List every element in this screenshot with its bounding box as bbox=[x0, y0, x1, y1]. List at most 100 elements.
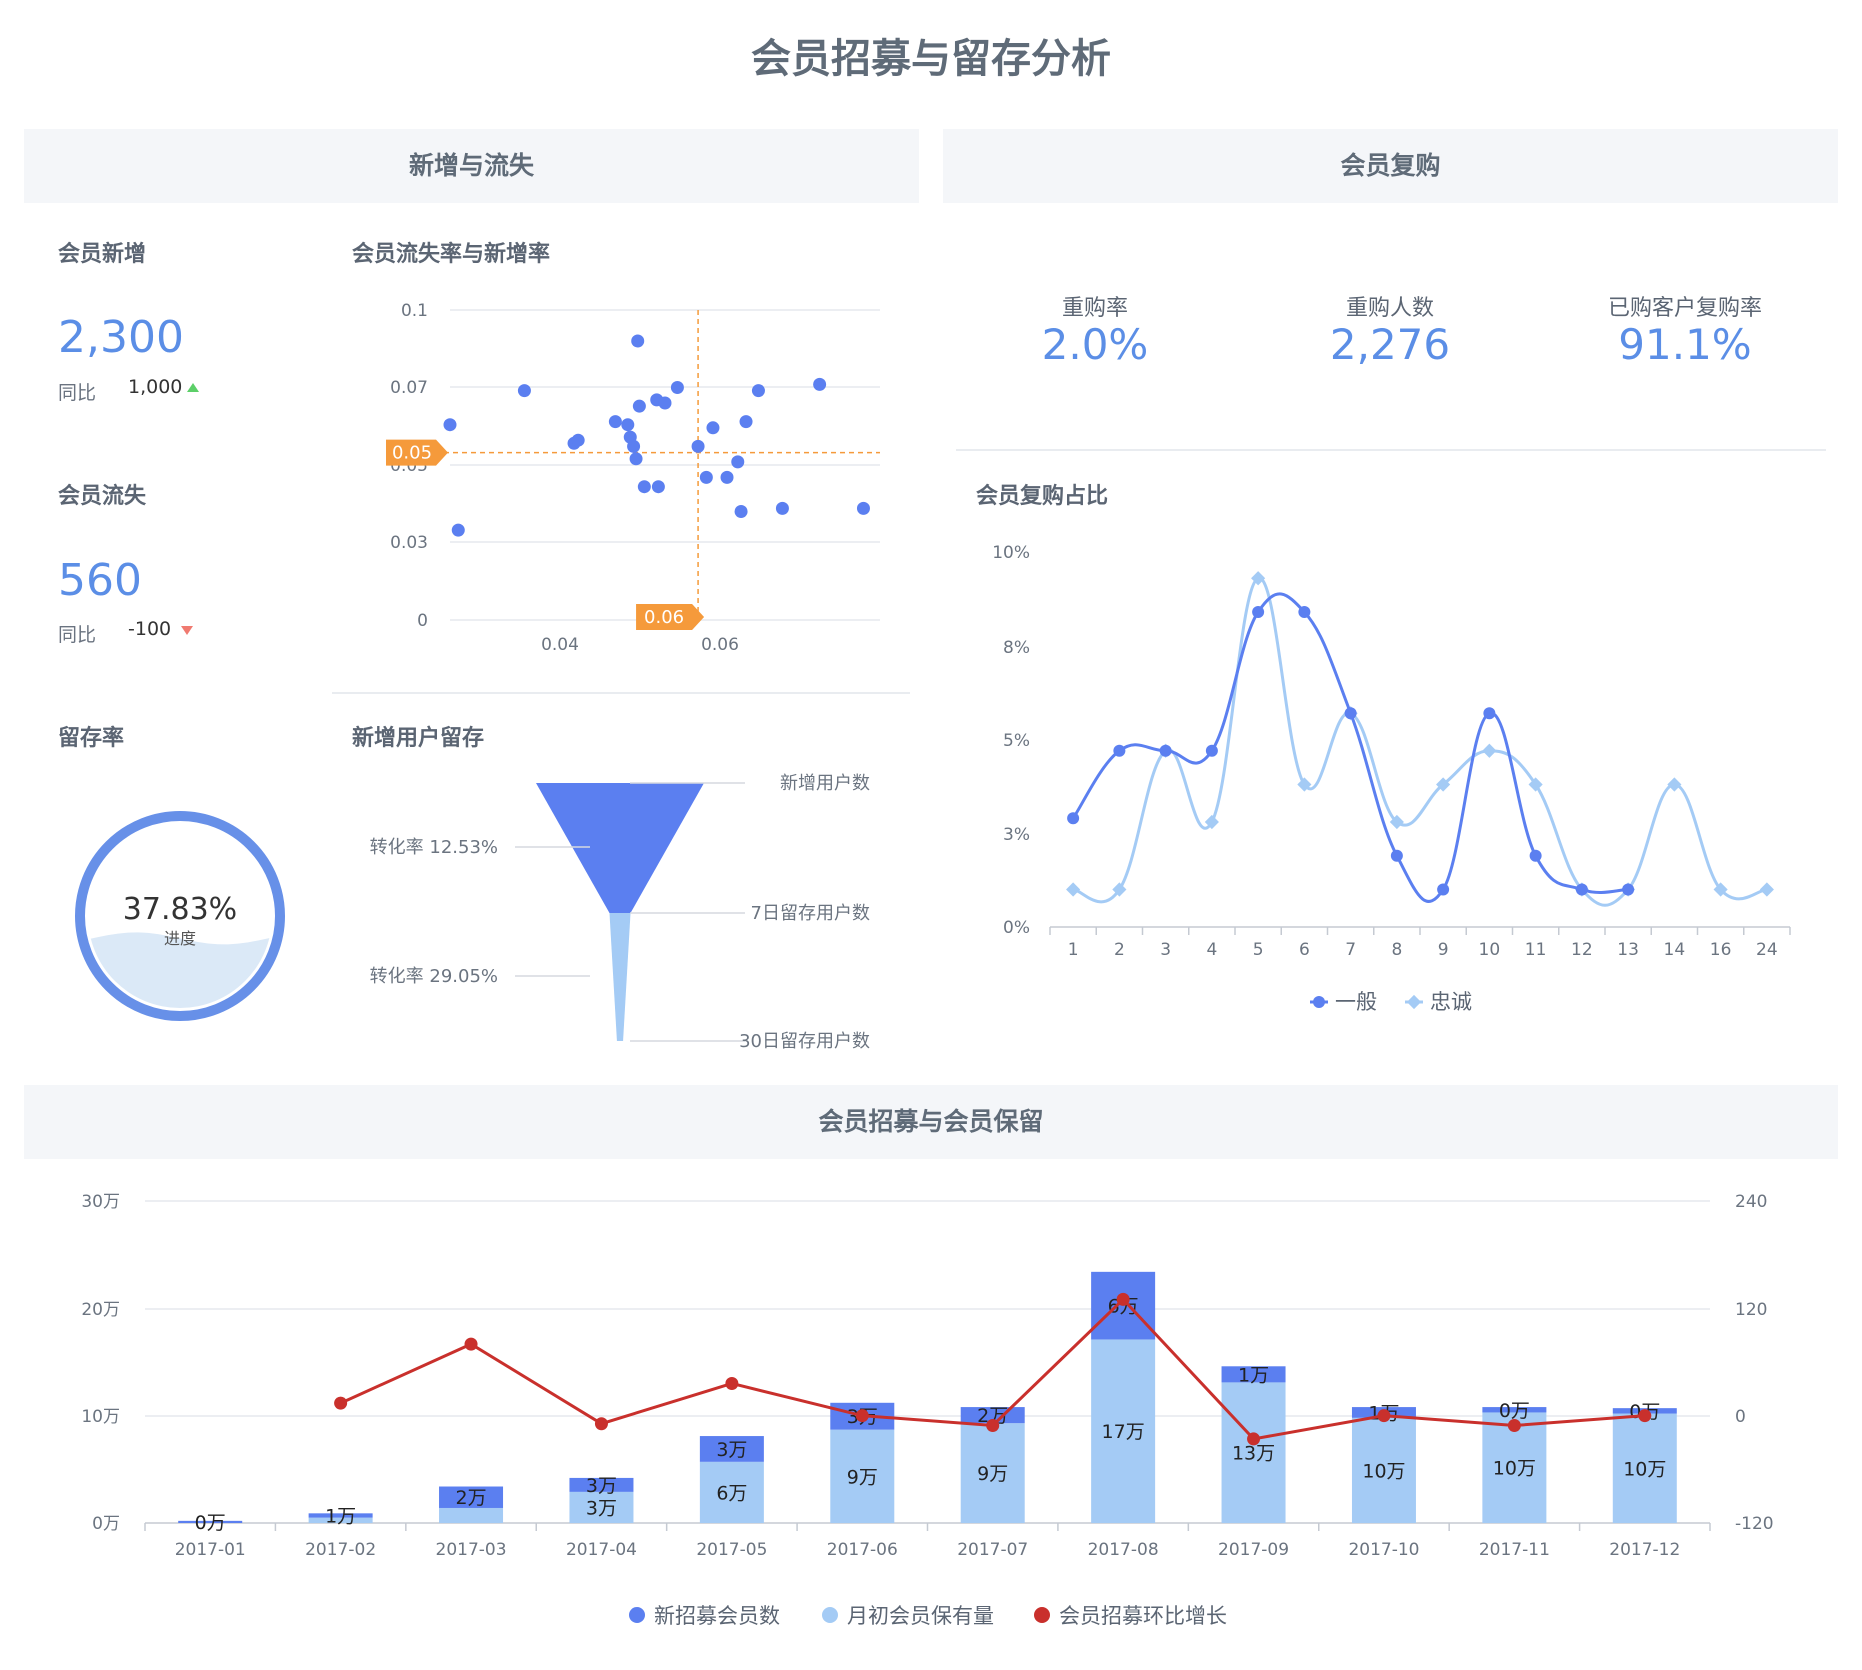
scatter-point bbox=[517, 384, 531, 398]
y-tick-label: 0 bbox=[417, 611, 428, 631]
y-tick-label: 0万 bbox=[92, 1514, 120, 1534]
bar-base bbox=[439, 1507, 504, 1523]
new-members-title: 会员新增 bbox=[58, 242, 147, 267]
reference-label-x: 0.06 bbox=[644, 607, 684, 628]
scatter-point bbox=[443, 418, 457, 432]
scatter-point bbox=[731, 455, 745, 469]
y-tick-label: 5% bbox=[1003, 731, 1030, 751]
x-tick-label: 2017-06 bbox=[827, 1540, 898, 1560]
bar-label-recruit: 3万 bbox=[716, 1439, 747, 1461]
series-line-忠诚 bbox=[1072, 576, 1768, 907]
scatter-chart: 00.030.050.070.10.04 0.060.060.05 bbox=[386, 301, 880, 655]
scatter-point bbox=[775, 501, 789, 515]
y2-tick-label: -120 bbox=[1735, 1514, 1774, 1534]
trend-up-icon bbox=[187, 383, 199, 392]
growth-point bbox=[464, 1337, 478, 1351]
bar-label-recruit: 2万 bbox=[455, 1487, 486, 1509]
series-point-一般 bbox=[1298, 606, 1311, 618]
x-tick-label: 1 bbox=[1068, 940, 1079, 960]
divider bbox=[332, 692, 910, 694]
funnel-rate-label: 转化率 29.05% bbox=[370, 966, 498, 987]
x-tick-label: 2017-12 bbox=[1609, 1540, 1680, 1560]
bar-label-base: 10万 bbox=[1623, 1458, 1666, 1480]
legend-label: 一般 bbox=[1335, 990, 1377, 1014]
repurchase-rate-value: 2.0% bbox=[1041, 320, 1149, 369]
scatter-point bbox=[699, 470, 713, 484]
bar-label-base: 10万 bbox=[1493, 1458, 1536, 1480]
repurchase-rate-label: 重购率 bbox=[1061, 296, 1128, 321]
repurchase-share-title: 会员复购占比 bbox=[976, 484, 1109, 509]
y-tick-label: 8% bbox=[1003, 638, 1030, 658]
bar-label-recruit: 1万 bbox=[1238, 1364, 1269, 1386]
x-tick-label: 16 bbox=[1710, 940, 1732, 960]
lost-members-yoy-label: 同比 bbox=[58, 624, 97, 646]
growth-point bbox=[986, 1419, 1000, 1433]
series-point-一般 bbox=[1067, 812, 1080, 825]
x-tick-label: 9 bbox=[1438, 940, 1449, 960]
scatter-point bbox=[856, 501, 870, 515]
y-tick-label: 10万 bbox=[81, 1407, 120, 1427]
x-tick-label: 11 bbox=[1525, 940, 1547, 960]
funnel-stage-label: 新增用户数 bbox=[780, 773, 870, 794]
series-point-一般 bbox=[1252, 606, 1265, 618]
scatter-point bbox=[813, 377, 827, 391]
growth-point bbox=[725, 1376, 739, 1390]
bar-label-base: 17万 bbox=[1102, 1421, 1145, 1443]
page-title: 会员招募与留存分析 bbox=[751, 36, 1111, 82]
x-tick-label: 5 bbox=[1253, 940, 1264, 960]
series-point-一般 bbox=[1205, 744, 1218, 757]
y-tick-label: 0.03 bbox=[390, 533, 428, 553]
bar-label-base: 13万 bbox=[1232, 1443, 1275, 1465]
growth-point bbox=[1377, 1409, 1391, 1423]
legend-marker bbox=[822, 1607, 838, 1623]
y-tick-label: 20万 bbox=[81, 1300, 120, 1320]
x-tick-label: 2017-01 bbox=[175, 1540, 246, 1560]
section-header-new-lost: 新增与流失 bbox=[24, 129, 919, 203]
x-tick-label: 12 bbox=[1571, 940, 1593, 960]
bar-label-recruit: 0万 bbox=[195, 1512, 226, 1534]
scatter-point bbox=[739, 415, 753, 429]
x-tick-label: 2017-11 bbox=[1479, 1540, 1550, 1560]
growth-point bbox=[855, 1409, 869, 1423]
series-point-忠诚 bbox=[1759, 882, 1774, 897]
x-tick-label: 13 bbox=[1617, 940, 1639, 960]
scatter-point bbox=[691, 439, 705, 453]
y-tick-label: 0.07 bbox=[390, 378, 428, 398]
legend-marker bbox=[1406, 994, 1422, 1010]
divider bbox=[956, 449, 1826, 451]
y2-tick-label: 0 bbox=[1735, 1407, 1746, 1427]
retention-title: 留存率 bbox=[58, 726, 125, 751]
reference-label-y: 0.05 bbox=[392, 443, 432, 464]
repurchase-count-label: 重购人数 bbox=[1345, 296, 1434, 321]
scatter-point bbox=[608, 415, 622, 429]
lost-members-title: 会员流失 bbox=[58, 484, 147, 509]
funnel-stage-label: 30日留存用户数 bbox=[739, 1031, 870, 1052]
x-tick-label: 2017-10 bbox=[1348, 1540, 1419, 1560]
x-tick-label: 24 bbox=[1756, 940, 1778, 960]
x-tick-label: 2017-08 bbox=[1088, 1540, 1159, 1560]
funnel-chart: 新增用户数 7日留存用户数 30日留存用户数 转化率 12.53% 转化率 29.05% bbox=[370, 773, 870, 1052]
funnel-stage-7day bbox=[609, 913, 631, 1041]
funnel-title: 新增用户留存 bbox=[352, 726, 485, 751]
x-tick-label: 3 bbox=[1160, 940, 1171, 960]
y2-tick-label: 240 bbox=[1735, 1192, 1767, 1212]
series-point-忠诚 bbox=[1066, 882, 1081, 897]
bar-label-base: 9万 bbox=[977, 1463, 1008, 1485]
x-tick-label: 6 bbox=[1299, 940, 1310, 960]
series-point-忠诚 bbox=[1482, 743, 1497, 758]
scatter-point bbox=[629, 452, 643, 466]
x-tick-label: 8 bbox=[1391, 940, 1402, 960]
scatter-point bbox=[658, 396, 672, 410]
repurchase-count-value: 2,276 bbox=[1329, 320, 1451, 369]
section-header-recruit-retain: 会员招募与会员保留 bbox=[24, 1085, 1838, 1159]
scatter-point bbox=[632, 399, 646, 413]
x-tick-label: 2017-09 bbox=[1218, 1540, 1289, 1560]
retention-gauge: 37.83% 进度 bbox=[75, 811, 285, 1021]
x-tick-label: 2 bbox=[1114, 940, 1125, 960]
x-tick-label: 0.04 bbox=[541, 635, 579, 655]
series-point-一般 bbox=[1483, 707, 1496, 720]
series-point-一般 bbox=[1344, 707, 1357, 720]
legend-label: 月初会员保有量 bbox=[847, 1604, 994, 1628]
scatter-point bbox=[571, 433, 585, 447]
series-line-一般 bbox=[1071, 592, 1629, 903]
